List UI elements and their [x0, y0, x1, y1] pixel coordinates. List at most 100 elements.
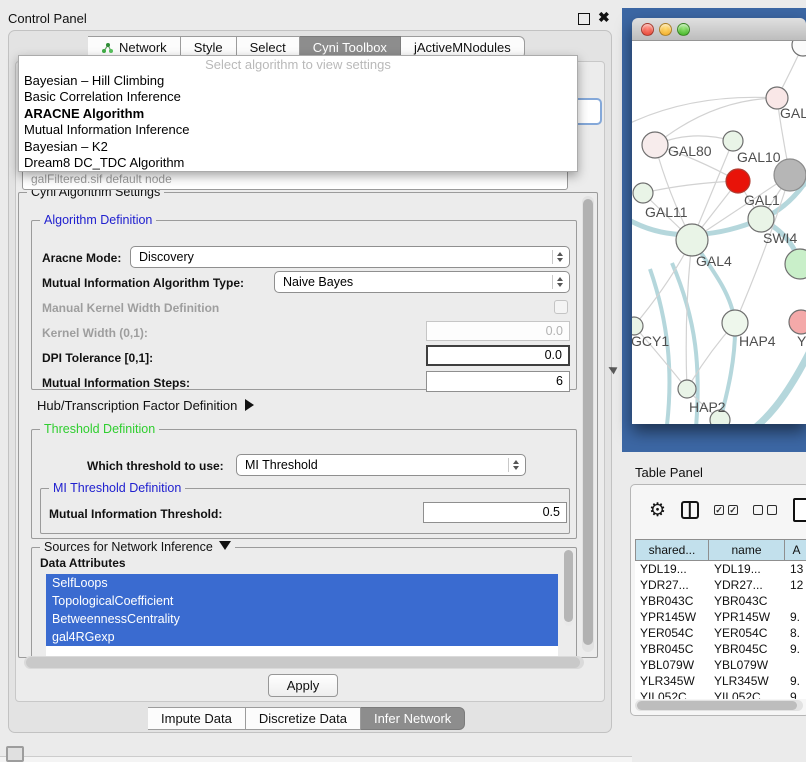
algorithm-definition-group: Algorithm Definition Aracne Mode: Discov…: [31, 220, 577, 390]
algorithm-option[interactable]: Mutual Information Inference: [19, 122, 577, 138]
node-label: GAL1: [744, 192, 780, 208]
deselect-all-checkboxes-icon[interactable]: [753, 505, 777, 515]
network-edge[interactable]: [643, 181, 738, 193]
algorithm-option[interactable]: Bayesian – Hill Climbing: [19, 73, 577, 89]
table-cell[interactable]: YIL052C: [709, 689, 785, 699]
close-panel-button[interactable]: ✖: [598, 9, 610, 26]
attributes-scrollbar[interactable]: [564, 550, 573, 626]
document-icon[interactable]: [793, 498, 806, 522]
apply-button[interactable]: Apply: [268, 674, 338, 697]
table-row[interactable]: YBR045CYBR045C9.: [635, 641, 806, 657]
bottom-left-widget[interactable]: [6, 746, 24, 762]
hub-definition-toggle[interactable]: Hub/Transcription Factor Definition: [37, 398, 254, 413]
network-edge[interactable]: [655, 98, 777, 145]
column-header[interactable]: shared...: [635, 539, 709, 561]
network-node[interactable]: [676, 224, 708, 256]
column-header[interactable]: name: [709, 539, 785, 561]
which-threshold-combo[interactable]: MI Threshold: [236, 454, 526, 476]
table-cell[interactable]: YBR043C: [709, 593, 785, 609]
attribute-item[interactable]: SelfLoops: [46, 574, 558, 592]
network-edge[interactable]: [732, 339, 806, 424]
algorithm-option[interactable]: Basic Correlation Inference: [19, 89, 577, 105]
float-panel-button[interactable]: [578, 13, 590, 25]
algorithm-option[interactable]: Bayesian – K2: [19, 139, 577, 155]
table-cell[interactable]: YBL079W: [709, 657, 785, 673]
table-cell[interactable]: YBR045C: [709, 641, 785, 657]
aracne-mode-combo[interactable]: Discovery: [130, 246, 570, 268]
table-row[interactable]: YPR145WYPR145W9.: [635, 609, 806, 625]
table-cell[interactable]: 9.: [785, 609, 806, 625]
algorithm-option[interactable]: Dream8 DC_TDC Algorithm: [19, 155, 577, 171]
network-node[interactable]: [633, 183, 653, 203]
table-cell[interactable]: YLR345W: [709, 673, 785, 689]
select-all-checkboxes-icon[interactable]: ✓✓: [714, 505, 738, 515]
table-cell[interactable]: YDR27...: [709, 577, 785, 593]
network-node[interactable]: [678, 380, 696, 398]
table-cell[interactable]: [785, 593, 806, 609]
table-cell[interactable]: 13: [785, 561, 806, 577]
network-node[interactable]: [726, 169, 750, 193]
settings-vertical-scrollbar[interactable]: [582, 196, 594, 652]
tab[interactable]: Infer Network: [361, 707, 465, 730]
table-cell[interactable]: YER054C: [635, 625, 709, 641]
table-row[interactable]: YLR345WYLR345W9.: [635, 673, 806, 689]
network-window-titlebar[interactable]: [632, 18, 806, 41]
settings-horizontal-scrollbar[interactable]: [24, 656, 584, 669]
table-cell[interactable]: YBL079W: [635, 657, 709, 673]
network-node[interactable]: [789, 310, 806, 334]
table-row[interactable]: YBR043CYBR043C: [635, 593, 806, 609]
table-cell[interactable]: [785, 657, 806, 673]
window-minimize-button[interactable]: [659, 23, 672, 36]
table-row[interactable]: YBL079WYBL079W: [635, 657, 806, 673]
attribute-item[interactable]: gal4RGexp: [46, 628, 558, 646]
window-zoom-button[interactable]: [677, 23, 690, 36]
dpi-tolerance-field[interactable]: 0.0: [426, 345, 570, 366]
attribute-item[interactable]: BetweennessCentrality: [46, 610, 558, 628]
kernel-width-field[interactable]: 0.0: [426, 321, 570, 341]
attribute-item[interactable]: TopologicalCoefficient: [46, 592, 558, 610]
table-row[interactable]: YER054CYER054C8.: [635, 625, 806, 641]
table-cell[interactable]: YPR145W: [635, 609, 709, 625]
network-node[interactable]: [785, 249, 806, 279]
table-row[interactable]: YDL19...YDL19...13: [635, 561, 806, 577]
network-node[interactable]: [748, 206, 774, 232]
table-cell[interactable]: YPR145W: [709, 609, 785, 625]
table-cell[interactable]: YER054C: [709, 625, 785, 641]
table-cell[interactable]: YDL19...: [635, 561, 709, 577]
columns-icon[interactable]: [681, 501, 699, 519]
table-cell[interactable]: YBR043C: [635, 593, 709, 609]
network-canvas[interactable]: GAL8GAL80GAL10GAL1GAL11SWI4GAL4GCY1HAP4Y…: [632, 41, 806, 424]
network-edge[interactable]: [632, 97, 777, 125]
table-cell[interactable]: 9: [785, 689, 806, 699]
network-node[interactable]: [642, 132, 668, 158]
network-node[interactable]: [792, 41, 806, 56]
tab[interactable]: Impute Data: [148, 707, 246, 730]
mi-algorithm-type-label: Mutual Information Algorithm Type:: [42, 276, 244, 290]
table-cell[interactable]: 8.: [785, 625, 806, 641]
mi-algorithm-type-combo[interactable]: Naive Bayes: [274, 271, 570, 293]
table-cell[interactable]: 9.: [785, 673, 806, 689]
aracne-mode-label: Aracne Mode:: [42, 251, 121, 265]
table-cell[interactable]: YIL052C: [635, 689, 709, 699]
table-cell[interactable]: YLR345W: [635, 673, 709, 689]
network-window[interactable]: GAL8GAL80GAL10GAL1GAL11SWI4GAL4GCY1HAP4Y…: [632, 18, 806, 424]
table-cell[interactable]: 12: [785, 577, 806, 593]
manual-kernel-width-label: Manual Kernel Width Definition: [42, 301, 219, 315]
manual-kernel-width-checkbox[interactable]: [554, 300, 568, 314]
table-cell[interactable]: YDL19...: [709, 561, 785, 577]
gear-icon[interactable]: ⚙: [649, 501, 666, 520]
mi-threshold-field[interactable]: 0.5: [423, 502, 567, 523]
mi-threshold-legend: MI Threshold Definition: [49, 481, 185, 495]
algorithm-option[interactable]: ARACNE Algorithm: [19, 106, 577, 122]
column-header[interactable]: A: [785, 539, 806, 561]
table-horizontal-scrollbar[interactable]: [635, 700, 803, 711]
table-cell[interactable]: YBR045C: [635, 641, 709, 657]
table-row[interactable]: YIL052CYIL052C9: [635, 689, 806, 699]
table-cell[interactable]: 9.: [785, 641, 806, 657]
mi-steps-field[interactable]: 6: [426, 371, 570, 392]
table-row[interactable]: YDR27...YDR27...12: [635, 577, 806, 593]
table-cell[interactable]: YDR27...: [635, 577, 709, 593]
window-close-button[interactable]: [641, 23, 654, 36]
network-node[interactable]: [723, 131, 743, 151]
tab[interactable]: Discretize Data: [246, 707, 361, 730]
